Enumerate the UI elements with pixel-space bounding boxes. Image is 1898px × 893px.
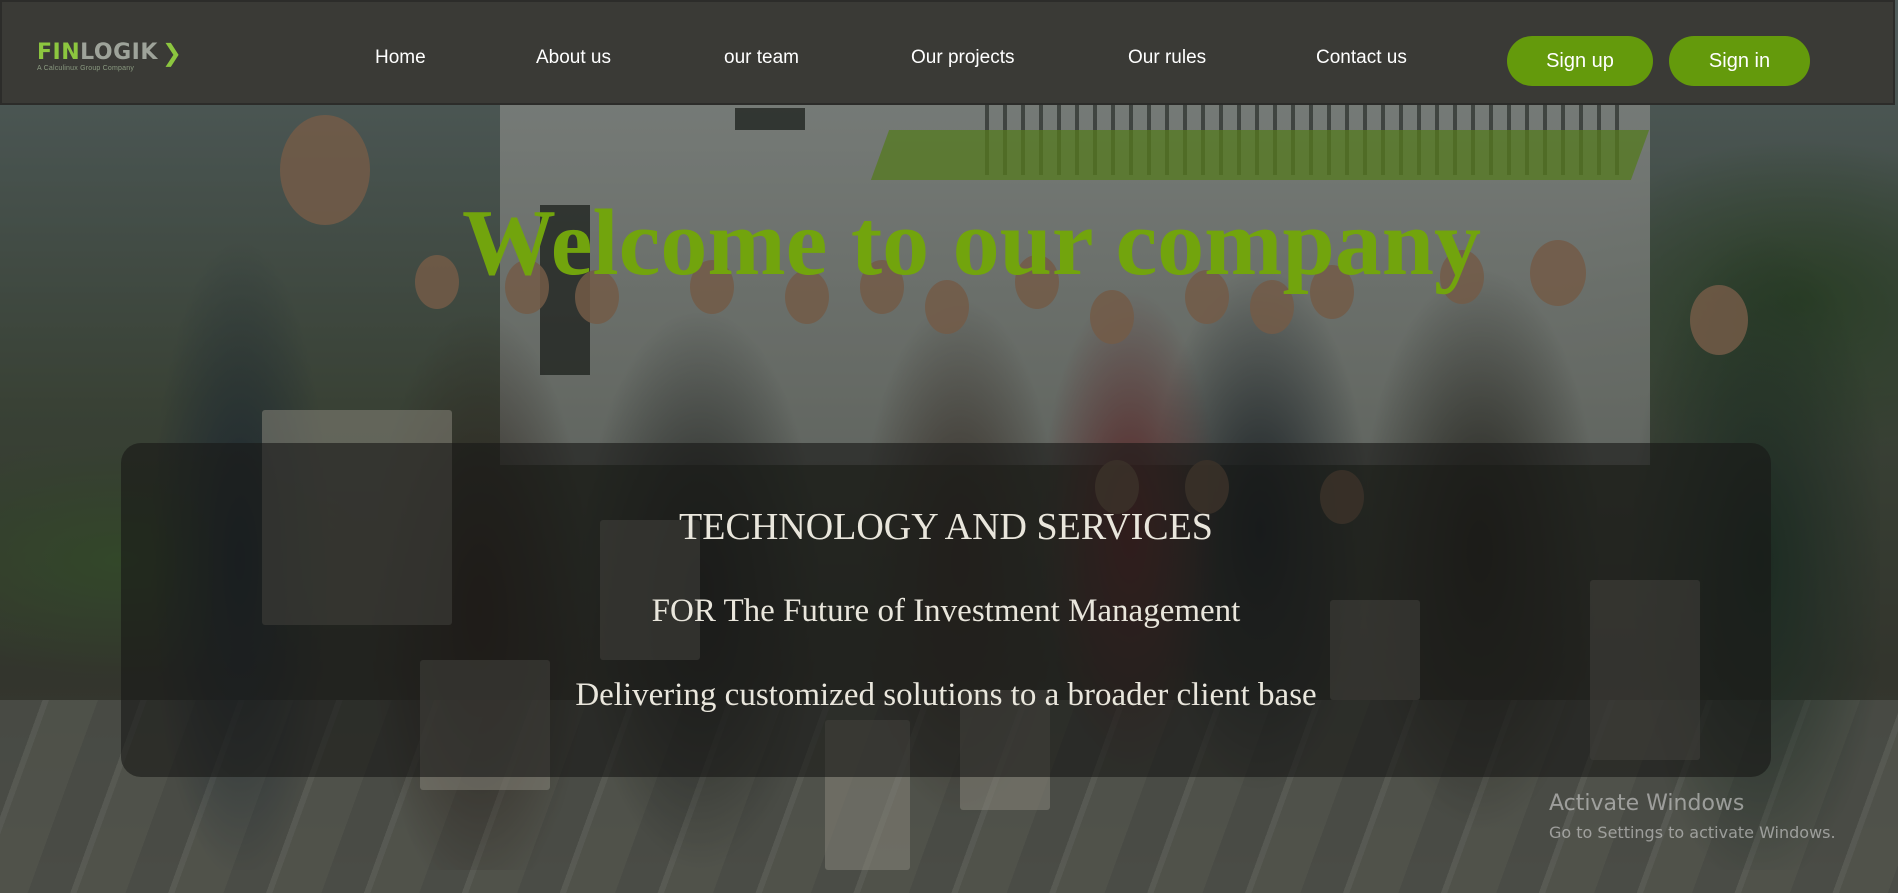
- hero-title: Welcome to our company: [0, 188, 1898, 298]
- hero-title-text: Welcome to our company: [461, 191, 1482, 295]
- nav-link-contact-us[interactable]: Contact us: [1316, 47, 1407, 69]
- sign-in-button[interactable]: Sign in: [1669, 36, 1810, 86]
- page: FIN LOGIK ❯ A Calculinux Group Company Hom…: [0, 0, 1898, 893]
- watermark-subtitle: Go to Settings to activate Windows.: [1549, 823, 1836, 842]
- nav-link-our-rules[interactable]: Our rules: [1128, 47, 1206, 69]
- nav-link-home[interactable]: Home: [375, 47, 426, 69]
- sign-up-button[interactable]: Sign up: [1507, 36, 1653, 86]
- logo-wordmark: FIN LOGIK ❯: [37, 39, 183, 67]
- panel-subheading: FOR The Future of Investment Management: [651, 593, 1241, 629]
- watermark-title: Activate Windows: [1549, 791, 1745, 816]
- hero-info-panel: TECHNOLOGY AND SERVICES FOR The Future o…: [121, 443, 1771, 777]
- logo-logik-text: LOGIK: [80, 40, 158, 65]
- panel-description: Delivering customized solutions to a bro…: [575, 677, 1317, 713]
- nav-link-our-projects[interactable]: Our projects: [911, 47, 1014, 69]
- logo-tagline: A Calculinux Group Company: [37, 65, 135, 72]
- logo-fin-text: FIN: [37, 40, 81, 65]
- chevron-right-icon: ❯: [161, 39, 183, 67]
- finlogik-logo[interactable]: FIN LOGIK ❯ A Calculinux Group Company: [37, 39, 183, 72]
- nav-link-about-us[interactable]: About us: [536, 47, 611, 69]
- windows-activation-watermark: Activate Windows Go to Settings to activ…: [1549, 790, 1836, 844]
- nav-link-our-team[interactable]: our team: [724, 47, 799, 69]
- panel-heading: TECHNOLOGY AND SERVICES: [679, 506, 1213, 548]
- top-navbar: FIN LOGIK ❯ A Calculinux Group Company Hom…: [0, 0, 1895, 105]
